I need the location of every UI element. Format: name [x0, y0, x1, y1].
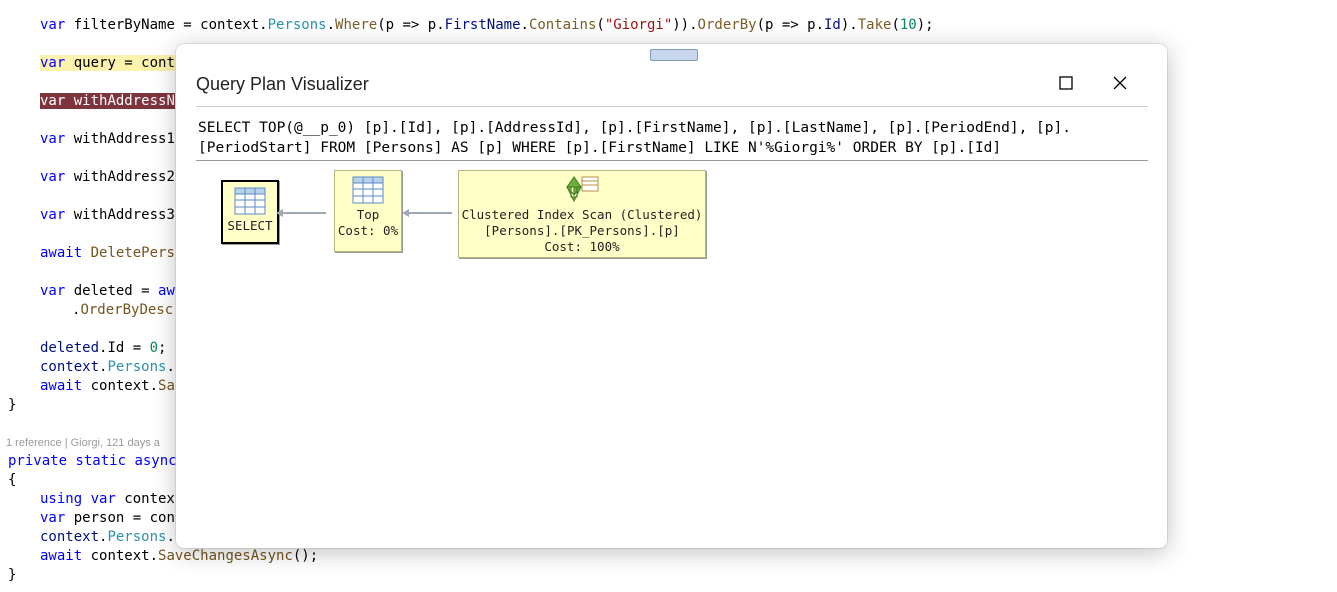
code-line: await DeletePers: [40, 244, 175, 263]
codelens[interactable]: 1 reference | Giorgi, 121 days a: [6, 434, 160, 453]
code-line: context.Persons.: [40, 528, 175, 547]
close-icon: [1113, 76, 1127, 90]
code-line: var withAddressN: [40, 92, 175, 111]
popup-title: Query Plan Visualizer: [196, 74, 369, 95]
code-line: await context.Sa: [40, 377, 175, 396]
plan-arrow: [282, 212, 326, 214]
plan-node-top[interactable]: Top Cost: 0%: [334, 170, 402, 252]
separator: [196, 106, 1148, 107]
plan-node-object: [Persons].[PK_Persons].[p]: [459, 223, 705, 239]
code-line: var person = con: [40, 509, 175, 528]
query-plan-popup: Query Plan Visualizer SELECT TOP(@__p_0)…: [176, 44, 1167, 548]
code-line: var filterByName = context.Persons.Where…: [40, 16, 934, 35]
code-line: var withAddress3: [40, 206, 175, 225]
plan-arrow: [408, 212, 452, 214]
code-line: {: [8, 471, 16, 490]
plan-node-cost: Cost: 100%: [459, 239, 705, 255]
maximize-button[interactable]: [1059, 74, 1079, 94]
table-icon: [351, 175, 385, 205]
code-line: await context.SaveChangesAsync();: [40, 547, 318, 566]
plan-node-index-scan[interactable]: Clustered Index Scan (Clustered) [Person…: [458, 170, 706, 258]
code-line: var query = cont: [40, 54, 175, 73]
code-line: var withAddress1: [40, 130, 175, 149]
plan-node-label: SELECT: [223, 218, 277, 234]
code-line: deleted.Id = 0;: [40, 339, 166, 358]
maximize-icon: [1059, 76, 1073, 90]
code-line: using var contex: [40, 490, 175, 509]
separator: [196, 160, 1148, 161]
code-line: }: [8, 396, 16, 415]
code-line: var deleted = aw: [40, 282, 175, 301]
plan-node-label: Top: [335, 207, 401, 223]
index-scan-icon: [562, 175, 602, 205]
plan-node-cost: Cost: 0%: [335, 223, 401, 239]
plan-node-label: Clustered Index Scan (Clustered): [459, 207, 705, 223]
code-line: context.Persons.: [40, 358, 175, 377]
sql-text: SELECT TOP(@__p_0) [p].[Id], [p].[Addres…: [198, 118, 1148, 158]
code-line: private static async: [8, 452, 177, 471]
code-line: }: [8, 566, 16, 585]
code-line: .OrderByDesc: [72, 301, 173, 320]
drag-handle[interactable]: [650, 49, 698, 61]
code-line: var withAddress2: [40, 168, 175, 187]
table-icon: [233, 186, 267, 216]
plan-node-select[interactable]: SELECT: [221, 180, 279, 244]
close-button[interactable]: [1113, 74, 1133, 94]
